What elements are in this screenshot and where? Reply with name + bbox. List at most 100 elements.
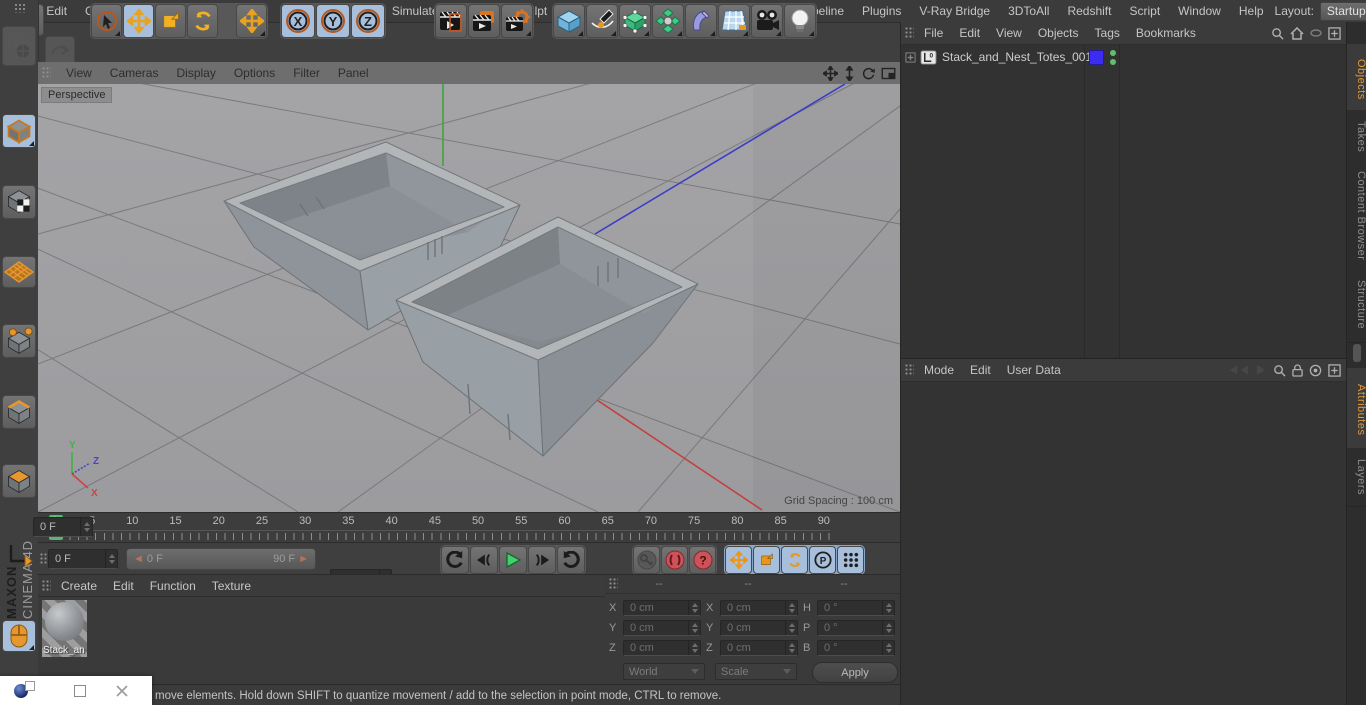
app-icon[interactable] xyxy=(14,680,35,698)
rotation-field[interactable]: 0 ° xyxy=(817,620,895,636)
layer-color-chip[interactable] xyxy=(1089,49,1104,65)
render-to-picture-viewer-button[interactable] xyxy=(468,4,500,38)
menubar-item[interactable]: Window xyxy=(1169,4,1230,18)
visible-editor-dot[interactable] xyxy=(1110,49,1116,56)
viewport-canvas[interactable]: Y Z X Perspective Grid Spacing : 100 cm xyxy=(38,84,900,512)
range-start-field[interactable]: 0 F xyxy=(48,549,118,569)
viewport-solo-button[interactable] xyxy=(2,620,36,652)
size-field[interactable]: 0 cm xyxy=(720,600,798,616)
coordinate-space-dropdown[interactable]: World xyxy=(623,663,705,680)
size-field[interactable]: 0 cm xyxy=(720,640,798,656)
viewport-menu-item[interactable]: Cameras xyxy=(101,66,168,80)
pan-view-icon[interactable] xyxy=(823,65,838,81)
track-target-icon[interactable] xyxy=(1309,364,1322,377)
add-mograph-button[interactable] xyxy=(652,4,684,38)
add-light-button[interactable] xyxy=(784,4,816,38)
edges-mode-button[interactable] xyxy=(2,395,36,429)
current-frame-field[interactable]: 0 F xyxy=(33,517,93,537)
menubar-item[interactable]: Script xyxy=(1120,4,1169,18)
rotation-field[interactable]: 0 ° xyxy=(817,600,895,616)
expand-toggle-icon[interactable] xyxy=(905,51,916,63)
search-icon[interactable] xyxy=(1271,27,1284,40)
viewport-menu-item[interactable]: Filter xyxy=(284,66,329,80)
add-panel-icon[interactable] xyxy=(1328,26,1341,40)
record-keyframe-button[interactable] xyxy=(633,546,660,574)
record-rotation-button[interactable] xyxy=(781,546,808,574)
object-name[interactable]: Stack_and_Nest_Totes_001 xyxy=(942,50,1092,64)
frame-spinner[interactable] xyxy=(80,518,92,536)
material-thumbnail[interactable]: Stack_an xyxy=(42,600,87,657)
path-filter-icon[interactable] xyxy=(1310,29,1322,37)
tab-content-browser[interactable]: Content Browser xyxy=(1347,160,1366,273)
object-manager-menu-item[interactable]: File xyxy=(916,26,951,40)
menubar-item[interactable]: Redshift xyxy=(1058,4,1120,18)
tab-layers[interactable]: Layers xyxy=(1347,448,1366,507)
overlay-window-titlebar[interactable] xyxy=(0,676,152,705)
viewport-menu-item[interactable]: View xyxy=(57,66,101,80)
tab-takes[interactable]: Takes xyxy=(1347,110,1366,165)
palette-drag-handle[interactable] xyxy=(13,3,25,13)
attribute-manager-drag-handle[interactable] xyxy=(905,364,914,376)
history-back-icon[interactable] xyxy=(1229,364,1249,376)
autokeying-button[interactable] xyxy=(661,546,688,574)
maximize-button[interactable] xyxy=(74,684,86,697)
view-name-badge[interactable]: Perspective xyxy=(41,87,113,103)
material-menu-item[interactable]: Texture xyxy=(204,579,259,593)
material-manager-drag-handle[interactable] xyxy=(42,579,51,592)
range-right-arrow-icon[interactable]: ► xyxy=(298,553,309,565)
record-position-button[interactable] xyxy=(725,546,752,574)
menubar-item[interactable]: Help xyxy=(1230,4,1273,18)
workplane-mode-button[interactable] xyxy=(2,256,36,288)
next-frame-button[interactable] xyxy=(528,546,556,574)
object-manager-menu-item[interactable]: View xyxy=(988,26,1030,40)
render-view-button[interactable] xyxy=(435,4,467,38)
add-environment-button[interactable] xyxy=(718,4,750,38)
previous-frame-button[interactable] xyxy=(470,546,498,574)
convert-button[interactable] xyxy=(2,26,36,66)
add-camera-button[interactable] xyxy=(751,4,783,38)
rotate-tool-button[interactable] xyxy=(187,4,218,38)
add-panel-icon[interactable] xyxy=(1328,363,1341,377)
object-tree[interactable]: 0 Stack_and_Nest_Totes_001 xyxy=(901,45,1347,358)
position-field[interactable]: 0 cm xyxy=(623,640,701,656)
object-manager-menu-item[interactable]: Objects xyxy=(1030,26,1087,40)
object-manager-menu-item[interactable]: Bookmarks xyxy=(1128,26,1204,40)
add-generator-button[interactable] xyxy=(619,4,651,38)
record-scale-button[interactable] xyxy=(753,546,780,574)
close-button[interactable] xyxy=(116,684,128,697)
lock-y-axis-button[interactable]: Y xyxy=(316,4,350,38)
history-forward-icon[interactable] xyxy=(1255,364,1267,376)
transform-mode-dropdown[interactable]: Scale xyxy=(715,663,797,680)
rotate-view-icon[interactable] xyxy=(861,66,876,81)
tab-objects[interactable]: Objects xyxy=(1347,44,1366,115)
add-deformer-button[interactable] xyxy=(685,4,717,38)
next-key-button[interactable] xyxy=(557,546,585,574)
object-row[interactable]: 0 Stack_and_Nest_Totes_001 xyxy=(901,45,1347,69)
points-mode-button[interactable] xyxy=(2,324,36,358)
move-tool-button[interactable] xyxy=(123,4,154,38)
panel-splitter-handle[interactable] xyxy=(1353,344,1361,362)
viewport-menu-item[interactable]: Panel xyxy=(329,66,378,80)
menubar-item[interactable]: 3DToAll xyxy=(999,4,1058,18)
add-cube-primitive-button[interactable] xyxy=(553,4,585,38)
polygons-mode-button[interactable] xyxy=(2,464,36,498)
material-menu-item[interactable]: Function xyxy=(142,579,204,593)
viewport-menu-drag-handle[interactable] xyxy=(42,67,51,79)
object-manager-menu-item[interactable]: Tags xyxy=(1087,26,1128,40)
viewport-menu-item[interactable]: Display xyxy=(167,66,224,80)
visibility-dots[interactable] xyxy=(1110,49,1116,65)
search-icon[interactable] xyxy=(1273,364,1286,377)
attribute-menu-item[interactable]: User Data xyxy=(999,363,1069,377)
keyframe-selection-help-button[interactable]: ? xyxy=(689,546,716,574)
tab-attributes[interactable]: Attributes xyxy=(1347,368,1366,453)
preview-range-slider[interactable]: ◄ 0 F 90 F ► xyxy=(126,548,316,570)
range-start-spinner[interactable] xyxy=(105,550,117,568)
attribute-menu-item[interactable]: Edit xyxy=(962,363,999,377)
toggle-panel-icon[interactable] xyxy=(881,67,896,80)
edit-render-settings-button[interactable] xyxy=(501,4,533,38)
menubar-item[interactable]: V-Ray Bridge xyxy=(910,4,999,18)
zoom-view-icon[interactable] xyxy=(843,65,856,81)
null-object-icon[interactable]: 0 xyxy=(920,49,937,65)
live-selection-button[interactable] xyxy=(91,4,122,38)
lock-icon[interactable] xyxy=(1292,363,1303,377)
